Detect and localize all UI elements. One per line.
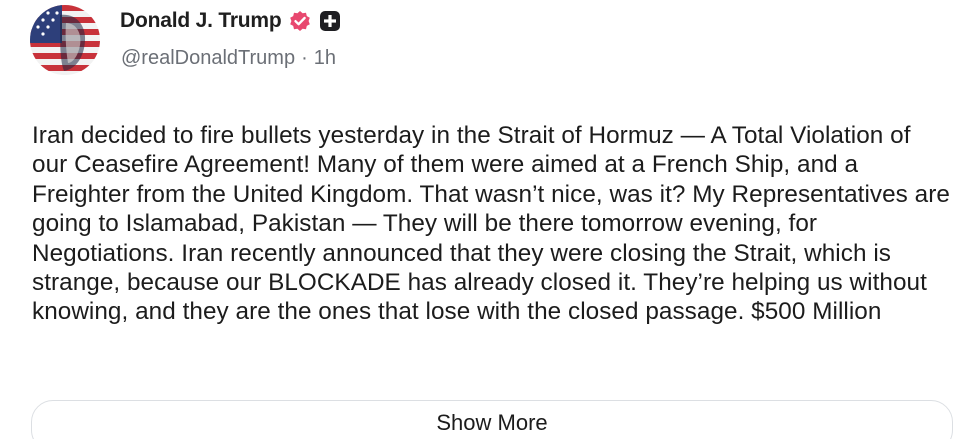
show-more-button[interactable]: Show More <box>31 400 953 439</box>
post-card: Donald J. Trump @realDonaldTrump · 1h Ir… <box>0 0 971 439</box>
author-name-row: Donald J. Trump <box>120 5 341 37</box>
avatar[interactable] <box>30 5 100 75</box>
post-body-text: Iran decided to fire bullets yesterday i… <box>32 122 950 326</box>
author-meta: @realDonaldTrump · 1h <box>121 47 336 70</box>
plus-square-icon <box>319 10 341 32</box>
avatar-flag-portrait-icon <box>30 5 100 75</box>
author-handle[interactable]: @realDonaldTrump <box>121 47 295 70</box>
post-timestamp[interactable]: 1h <box>314 47 336 70</box>
author-display-name[interactable]: Donald J. Trump <box>120 9 282 33</box>
verified-badge-icon <box>289 10 311 32</box>
meta-separator: · <box>301 47 308 69</box>
